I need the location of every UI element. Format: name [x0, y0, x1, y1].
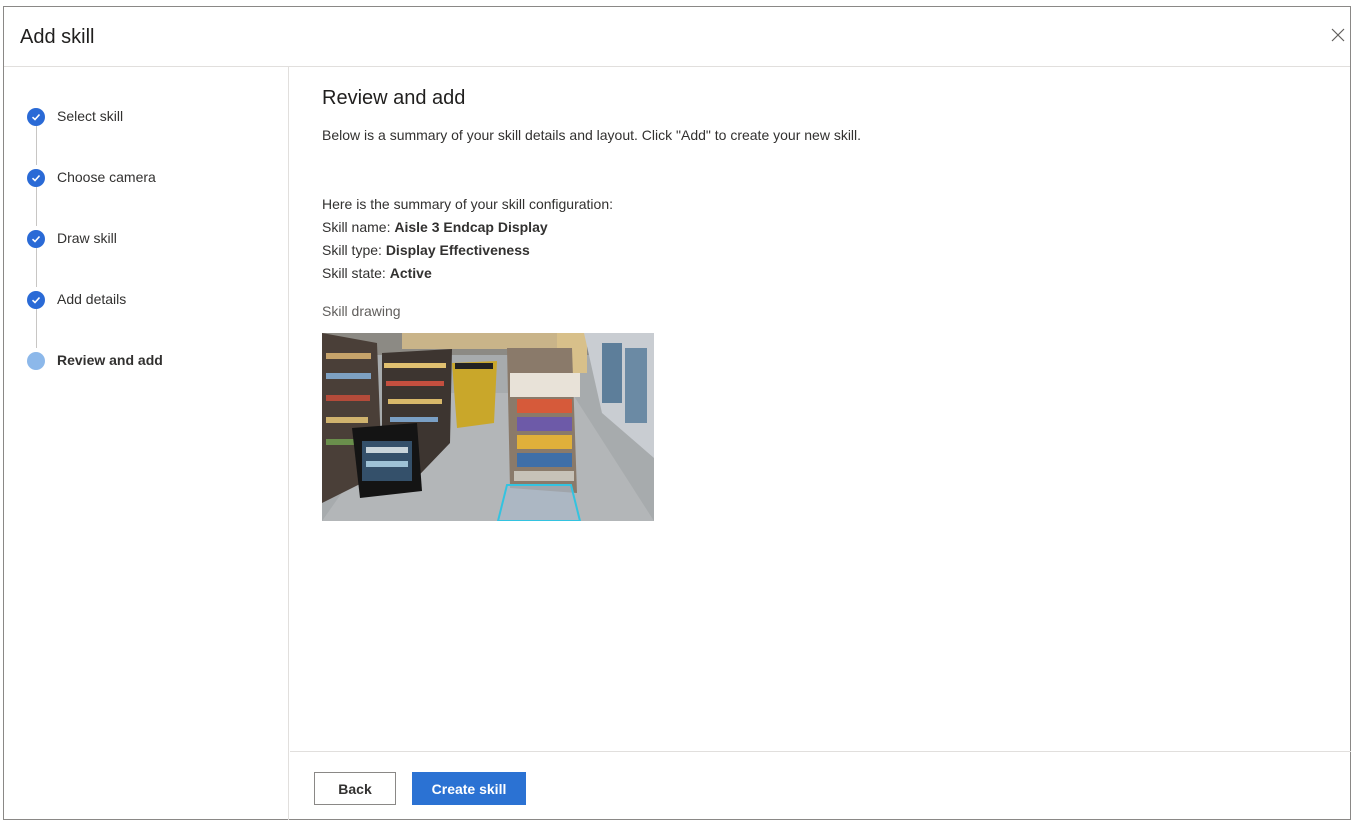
check-icon [27, 169, 45, 187]
dialog-footer: Back Create skill [290, 751, 1351, 820]
step-connector [36, 308, 37, 348]
step-label: Draw skill [57, 230, 117, 246]
field-label: Skill state: [322, 265, 390, 281]
dialog-title: Add skill [20, 26, 95, 48]
step-add-details[interactable]: Add details [27, 287, 277, 311]
review-panel: Review and add Below is a summary of you… [290, 67, 1351, 751]
step-label: Add details [57, 291, 127, 307]
step-select-skill[interactable]: Select skill [27, 104, 277, 128]
skill-drawing-image [322, 333, 654, 521]
step-choose-camera[interactable]: Choose camera [27, 165, 277, 189]
summary-intro: Here is the summary of your skill config… [322, 196, 613, 212]
section-description: Below is a summary of your skill details… [322, 127, 862, 143]
section-heading: Review and add [322, 87, 466, 109]
dialog-header: Add skill [4, 7, 1350, 67]
step-label: Select skill [57, 108, 124, 124]
drawing-label: Skill drawing [322, 303, 401, 319]
check-icon [27, 291, 45, 309]
field-label: Skill name: [322, 219, 395, 235]
summary-skill-state: Skill state: Active [322, 262, 613, 285]
field-value: Aisle 3 Endcap Display [394, 219, 548, 235]
step-label: Review and add [57, 352, 163, 368]
field-value: Active [389, 265, 432, 281]
step-connector [36, 186, 37, 226]
summary-skill-type: Skill type: Display Effectiveness [322, 239, 613, 262]
field-label: Skill type: [322, 242, 386, 258]
add-skill-dialog: Add skill Select skill Choose camera Dra… [3, 6, 1351, 820]
step-connector [36, 247, 37, 287]
skill-summary: Here is the summary of your skill config… [322, 193, 613, 285]
step-connector [36, 125, 37, 165]
close-icon[interactable] [1328, 25, 1348, 45]
current-step-dot-icon [27, 352, 45, 370]
summary-skill-name: Skill name: Aisle 3 Endcap Display [322, 216, 613, 239]
wizard-steps-sidebar: Select skill Choose camera Draw skill Ad… [4, 67, 289, 820]
check-icon [27, 108, 45, 126]
back-button[interactable]: Back [314, 772, 396, 805]
step-label: Choose camera [57, 169, 156, 185]
field-value: Display Effectiveness [385, 242, 530, 258]
step-review-and-add[interactable]: Review and add [27, 348, 277, 372]
check-icon [27, 230, 45, 248]
create-skill-button[interactable]: Create skill [412, 772, 526, 805]
step-draw-skill[interactable]: Draw skill [27, 226, 277, 250]
